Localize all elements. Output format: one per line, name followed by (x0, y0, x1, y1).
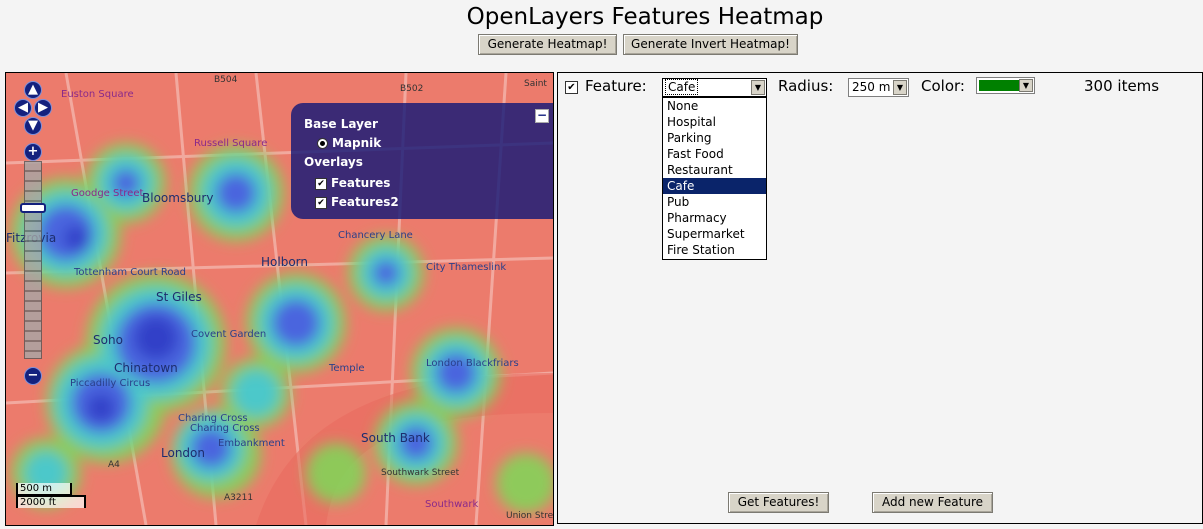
map-label: Tottenham Court Road (74, 267, 186, 278)
zoom-slider[interactable] (20, 203, 46, 213)
map-label: Southwark Street (381, 468, 460, 478)
map-label: Charing Cross (190, 423, 260, 434)
map-label: Union Street (506, 511, 554, 521)
feature-select[interactable]: Cafe ▼ (662, 78, 767, 97)
get-features-button[interactable]: Get Features! (728, 492, 829, 513)
map-label: Southwark (425, 499, 479, 510)
feature-select-value: Cafe (664, 79, 699, 95)
minimize-icon[interactable]: − (535, 109, 549, 123)
add-feature-button[interactable]: Add new Feature (872, 492, 993, 513)
map-label: B502 (400, 84, 424, 94)
chevron-down-icon[interactable]: ▼ (1019, 79, 1033, 92)
map-label: Saint (524, 79, 547, 89)
radius-select[interactable]: 250 m ▼ (848, 78, 909, 97)
chevron-down-icon[interactable]: ▼ (751, 80, 765, 95)
feature-dropdown-list[interactable]: None Hospital Parking Fast Food Restaurant Ca… (662, 97, 767, 260)
map-label: Chinatown (114, 361, 178, 375)
map-label: London (161, 446, 205, 460)
scale-line: 500 m 2000 ft (16, 483, 86, 508)
feature-option[interactable]: Supermarket (663, 226, 766, 242)
overlay-option[interactable]: ✔ Features2 (315, 195, 399, 209)
map-label: Holborn (261, 255, 308, 269)
item-count: 300 items (1084, 77, 1160, 95)
base-layer-heading: Base Layer (304, 117, 378, 131)
map-label: Temple (329, 363, 365, 374)
map-label: South Bank (361, 431, 430, 445)
overlays-heading: Overlays (304, 155, 363, 169)
generate-heatmap-button[interactable]: Generate Heatmap! (478, 34, 617, 55)
zoom-in-icon[interactable]: + (24, 143, 42, 161)
feature-option[interactable]: Fire Station (663, 242, 766, 258)
color-swatch (979, 80, 1019, 91)
page-title: OpenLayers Features Heatmap (466, 4, 824, 30)
feature-option[interactable]: Parking (663, 130, 766, 146)
base-layer-label: Mapnik (332, 136, 382, 150)
overlay-label: Features2 (331, 195, 399, 209)
radius-label: Radius: (778, 77, 834, 95)
feature-option[interactable]: None (663, 98, 766, 114)
map-label: London Blackfriars (426, 358, 519, 369)
map-label: A3211 (224, 493, 254, 503)
radio-icon[interactable] (317, 138, 328, 149)
feature-option[interactable]: Pharmacy (663, 210, 766, 226)
generate-invert-heatmap-button[interactable]: Generate Invert Heatmap! (623, 34, 798, 55)
color-select[interactable]: ▼ (976, 77, 1035, 94)
feature-option[interactable]: Cafe (663, 178, 766, 194)
checkbox-icon[interactable]: ✔ (315, 177, 327, 190)
map-label: B504 (214, 75, 238, 85)
map-label: Covent Garden (191, 329, 267, 340)
chevron-down-icon[interactable]: ▼ (893, 80, 907, 95)
color-label: Color: (921, 77, 965, 95)
map-label: Chancery Lane (338, 230, 413, 241)
map-label: Soho (93, 333, 123, 347)
feature-option[interactable]: Restaurant (663, 162, 766, 178)
overlay-option[interactable]: ✔ Features (315, 176, 390, 190)
pan-left-icon[interactable]: ◀ (14, 99, 32, 117)
checkbox-icon[interactable]: ✔ (315, 196, 327, 209)
scale-imperial: 2000 ft (16, 495, 86, 508)
pan-down-icon[interactable]: ▼ (24, 117, 42, 135)
pan-up-icon[interactable]: ▲ (24, 81, 42, 99)
zoom-bar[interactable] (24, 161, 42, 359)
pan-right-icon[interactable]: ▶ (34, 99, 52, 117)
overlay-label: Features (331, 176, 391, 190)
feature-label: Feature: (585, 77, 647, 95)
map-label: A4 (108, 460, 120, 470)
map-label: St Giles (156, 290, 202, 304)
feature-option[interactable]: Pub (663, 194, 766, 210)
map-label: Bloomsbury (142, 191, 214, 205)
map-label: Euston Square (61, 89, 134, 100)
base-layer-option[interactable]: Mapnik (317, 136, 381, 150)
feature-option[interactable]: Fast Food (663, 146, 766, 162)
feature-option[interactable]: Hospital (663, 114, 766, 130)
map-label: Russell Square (194, 138, 268, 149)
layer-switcher: − Base Layer Mapnik Overlays ✔ Features ✔… (291, 103, 553, 219)
map-viewport[interactable]: Euston Square B504 B502 Saint Russell Sq… (5, 72, 554, 526)
map-label: Piccadilly Circus (70, 378, 151, 389)
map-label: Embankment (218, 438, 285, 449)
zoom-out-icon[interactable]: − (24, 367, 42, 385)
control-panel: ✔ Feature: Cafe ▼ Radius: 250 m ▼ Color:… (557, 72, 1203, 524)
radius-select-value: 250 m (852, 80, 891, 94)
map-label: City Thameslink (426, 262, 507, 273)
feature-checkbox[interactable]: ✔ (565, 81, 578, 94)
map-label: Goodge Street (71, 188, 144, 199)
